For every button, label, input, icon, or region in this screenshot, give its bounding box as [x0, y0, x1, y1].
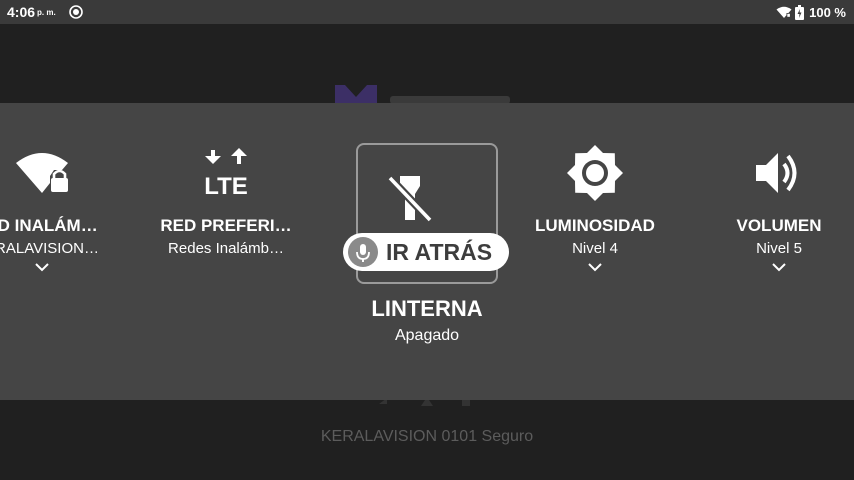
status-bar: 4:06 p. m. 100 %	[0, 0, 854, 24]
wifi-lock-icon	[16, 153, 68, 193]
tile-lte-sub: Redes Inalámb…	[168, 240, 284, 257]
lte-icon: LTE	[204, 148, 248, 199]
tile-wifi-label: ED INALÁM…	[0, 216, 98, 235]
tile-flashlight-sub: Apagado	[394, 327, 460, 344]
status-time: 4:06	[7, 4, 36, 20]
network-status-text: KERALAVISION 0101 Seguro	[320, 428, 534, 445]
go-back-label: IR ATRÁS	[386, 239, 493, 265]
tile-lte-label: RED PREFERI…	[160, 216, 292, 235]
mic-icon	[356, 244, 370, 262]
status-icons: 100 %	[776, 4, 846, 20]
chevron-down-icon[interactable]	[588, 263, 602, 272]
mic-button	[348, 237, 378, 267]
status-ampm: p. m.	[37, 8, 56, 17]
chevron-down-icon[interactable]	[35, 263, 49, 272]
tile-volume-sub: Nivel 5	[756, 240, 802, 257]
go-back-voice-hint[interactable]: IR ATRÁS	[343, 233, 509, 271]
tile-flashlight-label: LINTERNA	[371, 296, 483, 321]
flashlight-off-icon	[387, 175, 433, 223]
brightness-icon	[567, 145, 623, 201]
wifi-icon	[776, 6, 792, 18]
tile-volume-label: VOLUMEN	[736, 216, 822, 235]
tile-brightness-sub: Nivel 4	[572, 240, 618, 257]
tile-wifi-sub: ERALAVISION…	[0, 240, 99, 257]
chevron-down-icon[interactable]	[772, 263, 786, 272]
battery-percent: 100 %	[809, 4, 846, 20]
cast-icon	[69, 5, 83, 19]
volume-icon	[756, 153, 797, 193]
svg-text:LTE: LTE	[204, 173, 248, 199]
battery-icon	[795, 4, 805, 20]
tile-brightness-label: LUMINOSIDAD	[535, 216, 655, 235]
